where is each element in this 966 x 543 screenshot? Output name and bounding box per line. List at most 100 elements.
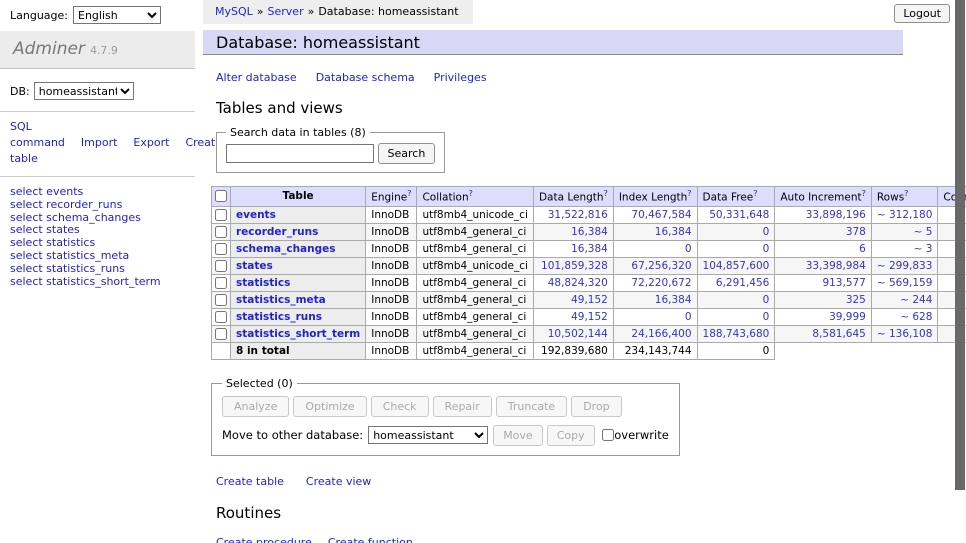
selected-buttons: AnalyzeOptimizeCheckRepairTruncateDrop <box>222 396 669 417</box>
data-free-cell: 0 <box>697 240 775 257</box>
help-link[interactable]: ? <box>469 189 473 198</box>
check-button[interactable]: Check <box>371 396 429 417</box>
sidebar-action-sql-command[interactable]: SQL command <box>10 120 65 149</box>
row-checkbox[interactable] <box>215 311 227 323</box>
breadcrumb-link-server[interactable]: Server <box>268 5 304 18</box>
sidebar-action-import[interactable]: Import <box>81 136 118 149</box>
optimize-button[interactable]: Optimize <box>293 396 366 417</box>
rows-cell: ~ 244 <box>871 291 938 308</box>
engine-cell: InnoDB <box>366 206 417 223</box>
row-checkbox[interactable] <box>215 260 227 272</box>
language-select[interactable]: English <box>73 6 161 24</box>
drop-button[interactable]: Drop <box>571 396 621 417</box>
help-link[interactable]: ? <box>753 189 757 198</box>
row-check-cell <box>212 274 231 291</box>
select-all-checkbox[interactable] <box>215 190 227 202</box>
collation-cell: utf8mb4_general_ci <box>417 274 533 291</box>
help-link[interactable]: ? <box>862 189 866 198</box>
adminer-app: Language:English Adminer4.7.9 DB:homeass… <box>0 0 966 543</box>
index-length-cell: 67,256,320 <box>613 257 697 274</box>
auto-increment-cell: 6 <box>775 240 872 257</box>
engine-cell: InnoDB <box>366 257 417 274</box>
row-check-cell <box>212 206 231 223</box>
column-header-data-length: Data Length? <box>533 187 613 207</box>
data-free-cell: 0 <box>697 291 775 308</box>
sidebar-select-recorder_runs[interactable]: select recorder_runs <box>10 199 185 212</box>
repair-button[interactable]: Repair <box>433 396 492 417</box>
copy-button[interactable]: Copy <box>547 425 595 446</box>
search-button[interactable]: Search <box>378 143 436 164</box>
row-checkbox[interactable] <box>215 277 227 289</box>
collation-cell: utf8mb4_general_ci <box>417 325 533 342</box>
db-link-privileges[interactable]: Privileges <box>434 71 487 84</box>
sidebar-select-statistics_meta[interactable]: select statistics_meta <box>10 250 185 263</box>
breadcrumb-separator: » <box>257 5 264 18</box>
table-link-statistics[interactable]: statistics <box>236 277 290 289</box>
row-checkbox[interactable] <box>215 209 227 221</box>
data-free-cell: 0 <box>697 223 775 240</box>
row-checkbox[interactable] <box>215 328 227 340</box>
table-name-cell: statistics_meta <box>231 291 366 308</box>
db-link-alter-database[interactable]: Alter database <box>216 71 297 84</box>
column-header-data-free: Data Free? <box>697 187 775 207</box>
sidebar-action-export[interactable]: Export <box>133 136 169 149</box>
db-select[interactable]: homeassistant <box>34 82 134 100</box>
table-name-cell: statistics_short_term <box>231 325 366 342</box>
breadcrumb-link-mysql[interactable]: MySQL <box>215 5 253 18</box>
index-length-cell: 72,220,672 <box>613 274 697 291</box>
index-length-cell: 16,384 <box>613 223 697 240</box>
help-link[interactable]: ? <box>904 189 908 198</box>
scrollbar-thumb[interactable] <box>955 0 965 490</box>
collation-cell: utf8mb4_general_ci <box>417 223 533 240</box>
link-create-view[interactable]: Create view <box>306 475 371 488</box>
table-link-schema_changes[interactable]: schema_changes <box>236 243 336 255</box>
link-create-table[interactable]: Create table <box>216 475 284 488</box>
analyze-button[interactable]: Analyze <box>222 396 289 417</box>
truncate-button[interactable]: Truncate <box>496 396 567 417</box>
row-check-cell <box>212 308 231 325</box>
logout-button[interactable]: Logout <box>894 4 950 23</box>
rows-cell: ~ 5 <box>871 223 938 240</box>
row-checkbox[interactable] <box>215 243 227 255</box>
search-input[interactable] <box>226 144 374 163</box>
help-link[interactable]: ? <box>407 189 411 198</box>
sidebar: Language:English Adminer4.7.9 DB:homeass… <box>0 0 195 543</box>
row-checkbox[interactable] <box>215 294 227 306</box>
language-row: Language:English <box>0 0 195 24</box>
table-link-recorder_runs[interactable]: recorder_runs <box>236 226 318 238</box>
rows-cell: ~ 628 <box>871 308 938 325</box>
vertical-scrollbar[interactable] <box>955 0 965 543</box>
rows-cell: ~ 569,159 <box>871 274 938 291</box>
table-link-states[interactable]: states <box>236 260 273 272</box>
table-name-cell: schema_changes <box>231 240 366 257</box>
table-row: schema_changesInnoDButf8mb4_general_ci16… <box>212 240 966 257</box>
sidebar-select-statistics_runs[interactable]: select statistics_runs <box>10 263 185 276</box>
total-label-cell: 8 in total <box>231 342 366 359</box>
help-link[interactable]: ? <box>687 189 691 198</box>
link-create-procedure[interactable]: Create procedure <box>216 536 312 543</box>
overwrite-checkbox[interactable] <box>602 429 614 441</box>
table-link-statistics_meta[interactable]: statistics_meta <box>236 294 326 306</box>
sidebar-table-links: select eventsselect recorder_runsselect … <box>0 176 195 294</box>
auto-increment-cell: 39,999 <box>775 308 872 325</box>
table-link-statistics_runs[interactable]: statistics_runs <box>236 311 322 323</box>
data-free-cell: 0 <box>697 308 775 325</box>
row-checkbox[interactable] <box>215 226 227 238</box>
data-free-cell: 6,291,456 <box>697 274 775 291</box>
table-link-events[interactable]: events <box>236 209 276 221</box>
total-collation-cell: utf8mb4_general_ci <box>417 342 533 359</box>
table-row: statistics_runsInnoDButf8mb4_general_ci4… <box>212 308 966 325</box>
total-blank-cell <box>775 342 966 359</box>
link-create-function[interactable]: Create function <box>328 536 413 543</box>
db-link-database-schema[interactable]: Database schema <box>316 71 415 84</box>
table-row: statisticsInnoDButf8mb4_general_ci48,824… <box>212 274 966 291</box>
table-link-statistics_short_term[interactable]: statistics_short_term <box>236 328 360 340</box>
sidebar-select-statistics_short_term[interactable]: select statistics_short_term <box>10 276 185 289</box>
sidebar-select-events[interactable]: select events <box>10 186 185 199</box>
help-link[interactable]: ? <box>604 189 608 198</box>
move-button[interactable]: Move <box>493 425 543 446</box>
table-row: recorder_runsInnoDButf8mb4_general_ci16,… <box>212 223 966 240</box>
rows-cell: ~ 136,108 <box>871 325 938 342</box>
move-db-select[interactable]: homeassistant <box>368 426 488 444</box>
main-content: MySQL»Server»Database: homeassistant Dat… <box>203 0 955 543</box>
